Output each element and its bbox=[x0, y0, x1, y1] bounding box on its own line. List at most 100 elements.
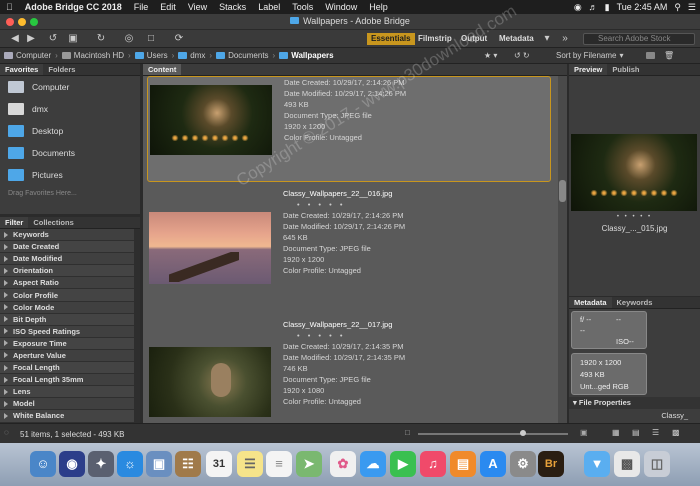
filter-color-profile[interactable]: Color Profile bbox=[0, 289, 140, 302]
tab-preview[interactable]: Preview bbox=[569, 64, 608, 75]
filter-iso-speed[interactable]: ISO Speed Ratings bbox=[0, 325, 140, 338]
rating-dots[interactable]: • • • • • bbox=[283, 330, 405, 341]
file-properties-header[interactable]: ▾ File Properties bbox=[569, 397, 700, 409]
menu-label[interactable]: Label bbox=[252, 2, 286, 12]
clock[interactable]: Tue 2:45 AM bbox=[617, 2, 668, 12]
output-icon[interactable]: □ bbox=[144, 33, 158, 45]
get-photos-icon[interactable]: ▣ bbox=[66, 33, 80, 45]
filter-stars-icon[interactable]: ★ ▾ bbox=[480, 51, 501, 60]
volume-icon[interactable]: ♬ bbox=[589, 2, 598, 12]
battery-icon[interactable]: ▮ bbox=[605, 2, 610, 13]
more-workspaces-icon[interactable]: » bbox=[558, 33, 572, 45]
filter-color-mode[interactable]: Color Mode bbox=[0, 301, 140, 314]
open-in-camera-raw-icon[interactable]: ◎ bbox=[122, 33, 136, 45]
launchpad-icon[interactable]: ✦ bbox=[88, 451, 114, 477]
menu-list-icon[interactable]: ☰ bbox=[688, 2, 696, 13]
menu-view[interactable]: View bbox=[182, 2, 213, 12]
trash-icon[interactable]: 🗑 bbox=[660, 51, 678, 60]
scrollbar-thumb[interactable] bbox=[559, 180, 566, 202]
content-item[interactable]: Classy_Wallpapers_22__017.jpg • • • • • … bbox=[147, 319, 551, 419]
list-view-icon[interactable]: ☰ bbox=[652, 428, 659, 437]
filter-orientation[interactable]: Orientation bbox=[0, 265, 140, 278]
tab-content[interactable]: Content bbox=[143, 64, 182, 75]
tab-filter[interactable]: Filter bbox=[0, 217, 29, 228]
tab-keywords[interactable]: Keywords bbox=[612, 297, 658, 308]
path-crumb-documents[interactable]: Documents bbox=[212, 51, 272, 60]
reminders-icon[interactable]: ≡ bbox=[266, 451, 292, 477]
apple-menu-icon[interactable]:  bbox=[0, 2, 19, 12]
menu-help[interactable]: Help bbox=[363, 2, 394, 12]
wifi-icon[interactable]: ◉ bbox=[574, 2, 582, 13]
thumbnail-image[interactable] bbox=[149, 212, 271, 284]
trash-icon[interactable]: ◫ bbox=[644, 451, 670, 477]
tab-favorites[interactable]: Favorites bbox=[0, 64, 44, 75]
refine-icon[interactable]: ↻ bbox=[94, 33, 108, 45]
menu-window[interactable]: Window bbox=[319, 2, 363, 12]
photos-icon[interactable]: ✿ bbox=[330, 451, 356, 477]
finder-icon[interactable]: ☺ bbox=[30, 451, 56, 477]
rotate-icon[interactable]: ↺ ↻ bbox=[510, 51, 534, 60]
preview-image[interactable] bbox=[571, 134, 697, 211]
path-crumb-computer[interactable]: Computer bbox=[0, 51, 55, 60]
content-item[interactable]: Classy_Wallpapers_22__016.jpg • • • • • … bbox=[147, 188, 551, 296]
content-item[interactable]: Date Created: 10/29/17, 2:14:26 PM Date … bbox=[147, 76, 551, 182]
filter-date-created[interactable]: Date Created bbox=[0, 241, 140, 254]
zoom-out-icon[interactable]: □ bbox=[405, 428, 410, 437]
app-store-icon[interactable]: A bbox=[480, 451, 506, 477]
filter-focal-length-35mm[interactable]: Focal Length 35mm bbox=[0, 374, 140, 387]
grid-view-icon[interactable]: ▦ bbox=[612, 428, 620, 437]
filter-keywords[interactable]: Keywords bbox=[0, 229, 140, 242]
facetime-icon[interactable]: ▶ bbox=[390, 451, 416, 477]
system-preferences-icon[interactable]: ⚙ bbox=[510, 451, 536, 477]
path-crumb-dmx[interactable]: dmx bbox=[174, 51, 209, 60]
file-name[interactable]: Classy_Wallpapers_22__017.jpg bbox=[283, 319, 405, 330]
tab-publish[interactable]: Publish bbox=[607, 64, 644, 75]
content-scrollbar[interactable] bbox=[558, 76, 567, 423]
boomerang-icon[interactable]: ⟳ bbox=[172, 33, 186, 45]
safari-icon[interactable]: ☼ bbox=[117, 451, 143, 477]
menu-tools[interactable]: Tools bbox=[286, 2, 319, 12]
downloads-folder-icon[interactable]: ▼ bbox=[584, 451, 610, 477]
menu-stacks[interactable]: Stacks bbox=[213, 2, 252, 12]
filter-exposure-time[interactable]: Exposure Time bbox=[0, 337, 140, 350]
new-folder-icon[interactable] bbox=[642, 52, 659, 59]
filter-bit-depth[interactable]: Bit Depth bbox=[0, 313, 140, 326]
back-icon[interactable]: ◀ bbox=[8, 33, 22, 45]
calendar-icon[interactable]: 31 bbox=[206, 451, 232, 477]
workspace-menu-chevron-icon[interactable]: ▾ bbox=[540, 33, 554, 45]
music-icon[interactable]: ♫ bbox=[420, 451, 446, 477]
workspace-metadata[interactable]: Metadata bbox=[495, 33, 538, 45]
filter-aperture-value[interactable]: Aperture Value bbox=[0, 349, 140, 363]
thumbnail-image[interactable] bbox=[150, 85, 272, 155]
thumbnail-image[interactable] bbox=[149, 347, 271, 417]
notes-icon[interactable]: ☰ bbox=[237, 451, 263, 477]
thumbnail-view-icon[interactable]: ▩ bbox=[672, 428, 680, 437]
tab-folders[interactable]: Folders bbox=[43, 64, 80, 75]
zoom-in-icon[interactable]: ▣ bbox=[580, 428, 588, 437]
path-crumb-macintosh-hd[interactable]: Macintosh HD bbox=[58, 51, 128, 60]
tab-metadata[interactable]: Metadata bbox=[569, 297, 612, 308]
siri-icon[interactable]: ◉ bbox=[59, 451, 85, 477]
slider-knob[interactable] bbox=[520, 430, 526, 436]
file-name[interactable]: Classy_Wallpapers_22__016.jpg bbox=[283, 188, 405, 199]
preview-rating-dots[interactable]: • • • • • bbox=[569, 214, 700, 220]
recent-icon[interactable]: ↺ bbox=[46, 33, 60, 45]
app-menu[interactable]: Adobe Bridge CC 2018 bbox=[19, 2, 128, 12]
favorite-computer[interactable]: Computer bbox=[0, 76, 140, 98]
filter-scrollbar[interactable] bbox=[134, 229, 140, 423]
sort-dropdown[interactable]: Sort by Filename ▾ bbox=[552, 51, 627, 60]
search-icon[interactable]: ⚲ bbox=[674, 2, 681, 13]
thumbnail-size-slider[interactable] bbox=[418, 433, 568, 435]
adobe-bridge-icon[interactable]: Br bbox=[538, 451, 564, 477]
photo-viewer-icon[interactable]: ▣ bbox=[146, 451, 172, 477]
favorite-pictures[interactable]: Pictures bbox=[0, 164, 140, 186]
details-view-icon[interactable]: ▤ bbox=[632, 428, 640, 437]
favorite-desktop[interactable]: Desktop bbox=[0, 120, 140, 142]
search-input[interactable]: Search Adobe Stock bbox=[583, 33, 695, 45]
tab-collections[interactable]: Collections bbox=[28, 217, 78, 228]
filter-aspect-ratio[interactable]: Aspect Ratio bbox=[0, 277, 140, 290]
favorite-dmx[interactable]: dmx bbox=[0, 98, 140, 120]
messages-icon[interactable]: ☁ bbox=[360, 451, 386, 477]
workspace-essentials[interactable]: Essentials bbox=[367, 33, 415, 45]
forward-icon[interactable]: ▶ bbox=[24, 33, 38, 45]
